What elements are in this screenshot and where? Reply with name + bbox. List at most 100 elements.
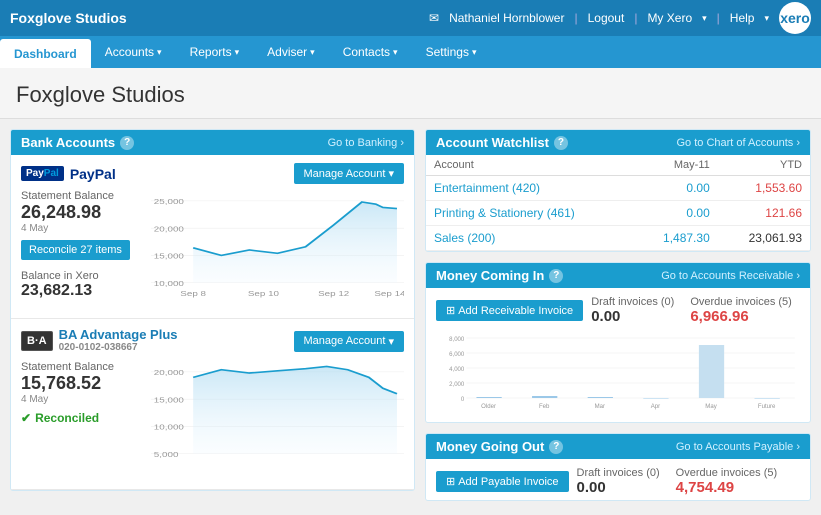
money-in-stats-row: Draft invoices (0) 0.00 Overdue invoices… bbox=[591, 296, 792, 325]
svg-text:Sep 12: Sep 12 bbox=[318, 289, 349, 298]
watchlist-header-row: Account May-11 YTD bbox=[426, 155, 810, 176]
add-receivable-invoice-button[interactable]: ⊞ Add Receivable Invoice bbox=[436, 300, 583, 321]
money-out-stats-row: Draft invoices (0) 0.00 Overdue invoices… bbox=[577, 467, 778, 496]
left-column: Bank Accounts ? Go to Banking › PayPal P… bbox=[10, 129, 415, 501]
watchlist-account-link[interactable]: Sales (200) bbox=[426, 226, 634, 251]
draft-value: 0.00 bbox=[591, 308, 674, 325]
money-in-info-icon[interactable]: ? bbox=[549, 269, 563, 283]
envelope-icon: ✉ bbox=[429, 11, 439, 25]
nav-accounts[interactable]: Accounts ▾ bbox=[91, 36, 176, 68]
paypal-name: PayPal bbox=[70, 166, 116, 182]
go-to-chart-link[interactable]: Go to Chart of Accounts › bbox=[676, 137, 800, 149]
ba-reconciled-text: Reconciled bbox=[35, 411, 99, 425]
payable-plus-icon: ⊞ bbox=[446, 475, 455, 488]
settings-arrow: ▾ bbox=[472, 47, 477, 58]
paypal-item-top: PayPal PayPal Manage Account ▾ bbox=[21, 163, 404, 184]
reports-arrow: ▾ bbox=[235, 47, 240, 58]
accounts-arrow: ▾ bbox=[157, 47, 162, 58]
paypal-logo: PayPal PayPal bbox=[21, 166, 116, 182]
ba-manage-button[interactable]: Manage Account ▾ bbox=[294, 331, 404, 352]
paypal-reconcile-button[interactable]: Reconcile 27 items bbox=[21, 240, 130, 260]
nav-adviser[interactable]: Adviser ▾ bbox=[253, 36, 329, 68]
add-payable-invoice-button[interactable]: ⊞ Add Payable Invoice bbox=[436, 471, 569, 492]
out-overdue-label: Overdue invoices (5) bbox=[676, 467, 778, 479]
xero-logo[interactable]: xero bbox=[779, 2, 811, 34]
money-in-header: Money Coming In ? Go to Accounts Receiva… bbox=[426, 263, 810, 288]
watchlist-ytd-val: 23,061.93 bbox=[718, 226, 810, 251]
watchlist-table: Account May-11 YTD Entertainment (420) 0… bbox=[426, 155, 810, 251]
svg-text:8,000: 8,000 bbox=[449, 337, 465, 343]
money-in-overdue: Overdue invoices (5) 6,966.96 bbox=[690, 296, 792, 325]
svg-text:Feb: Feb bbox=[539, 404, 550, 410]
svg-text:20,000: 20,000 bbox=[154, 225, 184, 234]
manage-arrow-icon: ▾ bbox=[388, 167, 394, 180]
svg-text:Mar: Mar bbox=[595, 404, 605, 410]
ba-chart: 20,000 15,000 10,000 5,000 bbox=[151, 361, 404, 481]
svg-text:20,000: 20,000 bbox=[154, 368, 184, 377]
money-out-card: Money Going Out ? Go to Accounts Payable… bbox=[425, 433, 811, 501]
watchlist-ytd-val: 1,553.60 bbox=[718, 176, 810, 201]
money-in-chart: 8,000 6,000 4,000 2,000 0 bbox=[426, 329, 810, 422]
watchlist-row: Entertainment (420) 0.00 1,553.60 bbox=[426, 176, 810, 201]
logout-link[interactable]: Logout bbox=[588, 11, 625, 25]
svg-text:2,000: 2,000 bbox=[449, 382, 465, 388]
out-draft-label: Draft invoices (0) bbox=[577, 467, 660, 479]
paypal-stmt-amount: 26,248.98 bbox=[21, 202, 141, 223]
ba-item-top: B·A BA Advantage Plus 020-0102-038667 Ma… bbox=[21, 327, 404, 355]
paypal-xero-label: Balance in Xero bbox=[21, 270, 141, 282]
watchlist-row: Sales (200) 1,487.30 23,061.93 bbox=[426, 226, 810, 251]
money-out-info-icon[interactable]: ? bbox=[549, 440, 563, 454]
overdue-label: Overdue invoices (5) bbox=[690, 296, 792, 308]
money-out-title: Money Going Out ? bbox=[436, 439, 563, 454]
svg-text:6,000: 6,000 bbox=[449, 352, 465, 358]
bank-accounts-header: Bank Accounts ? Go to Banking › bbox=[11, 130, 414, 155]
nav-reports[interactable]: Reports ▾ bbox=[176, 36, 254, 68]
main-content: Bank Accounts ? Go to Banking › PayPal P… bbox=[0, 119, 821, 511]
nav-dashboard[interactable]: Dashboard bbox=[0, 39, 91, 68]
ba-stmt-amount: 15,768.52 bbox=[21, 373, 141, 394]
money-out-header: Money Going Out ? Go to Accounts Payable… bbox=[426, 434, 810, 459]
svg-text:25,000: 25,000 bbox=[154, 197, 184, 206]
svg-text:Sep 8: Sep 8 bbox=[180, 289, 206, 298]
out-overdue-value: 4,754.49 bbox=[676, 479, 778, 496]
watchlist-ytd-val: 121.66 bbox=[718, 201, 810, 226]
paypal-details: Statement Balance 26,248.98 4 May Reconc… bbox=[21, 190, 404, 310]
watchlist-card: Account Watchlist ? Go to Chart of Accou… bbox=[425, 129, 811, 252]
money-in-draft: Draft invoices (0) 0.00 bbox=[591, 296, 674, 325]
paypal-xero-amount: 23,682.13 bbox=[21, 282, 141, 300]
ba-logo-area: B·A BA Advantage Plus 020-0102-038667 bbox=[21, 327, 178, 355]
my-xero-link[interactable]: My Xero bbox=[647, 11, 692, 25]
svg-text:Apr: Apr bbox=[651, 404, 660, 410]
page-header: Foxglove Studios bbox=[0, 68, 821, 119]
paypal-info: Statement Balance 26,248.98 4 May Reconc… bbox=[21, 190, 141, 300]
nav-bar: Dashboard Accounts ▾ Reports ▾ Adviser ▾… bbox=[0, 36, 821, 68]
bank-accounts-info-icon[interactable]: ? bbox=[120, 136, 134, 150]
watchlist-may-val: 0.00 bbox=[634, 176, 717, 201]
svg-text:Sep 14: Sep 14 bbox=[374, 289, 404, 298]
svg-text:10,000: 10,000 bbox=[154, 279, 184, 288]
nav-settings[interactable]: Settings ▾ bbox=[412, 36, 491, 68]
watchlist-header: Account Watchlist ? Go to Chart of Accou… bbox=[426, 130, 810, 155]
nav-contacts[interactable]: Contacts ▾ bbox=[329, 36, 412, 68]
go-to-receivable-link[interactable]: Go to Accounts Receivable › bbox=[661, 270, 800, 282]
user-name: Nathaniel Hornblower bbox=[449, 11, 564, 25]
watchlist-account-link[interactable]: Entertainment (420) bbox=[426, 176, 634, 201]
bank-accounts-card: Bank Accounts ? Go to Banking › PayPal P… bbox=[10, 129, 415, 491]
ba-name: BA Advantage Plus bbox=[59, 327, 178, 342]
paypal-manage-button[interactable]: Manage Account ▾ bbox=[294, 163, 404, 184]
paypal-chart: 25,000 20,000 15,000 10,000 Sep 8 bbox=[151, 190, 404, 310]
go-to-banking-link[interactable]: Go to Banking › bbox=[328, 137, 404, 149]
watchlist-account-link[interactable]: Printing & Stationery (461) bbox=[426, 201, 634, 226]
money-in-title: Money Coming In ? bbox=[436, 268, 563, 283]
ba-reconciled-badge: ✔ Reconciled bbox=[21, 411, 141, 425]
ba-info: Statement Balance 15,768.52 4 May ✔ Reco… bbox=[21, 361, 141, 425]
paypal-account-item: PayPal PayPal Manage Account ▾ Statement… bbox=[11, 155, 414, 319]
svg-text:15,000: 15,000 bbox=[154, 252, 184, 261]
watchlist-info-icon[interactable]: ? bbox=[554, 136, 568, 150]
help-link[interactable]: Help bbox=[730, 11, 755, 25]
paypal-stmt-label: Statement Balance bbox=[21, 190, 141, 202]
col-account: Account bbox=[426, 155, 634, 176]
money-out-actions: ⊞ Add Payable Invoice Draft invoices (0)… bbox=[426, 459, 810, 500]
check-icon: ✔ bbox=[21, 411, 31, 425]
go-to-payable-link[interactable]: Go to Accounts Payable › bbox=[676, 441, 800, 453]
